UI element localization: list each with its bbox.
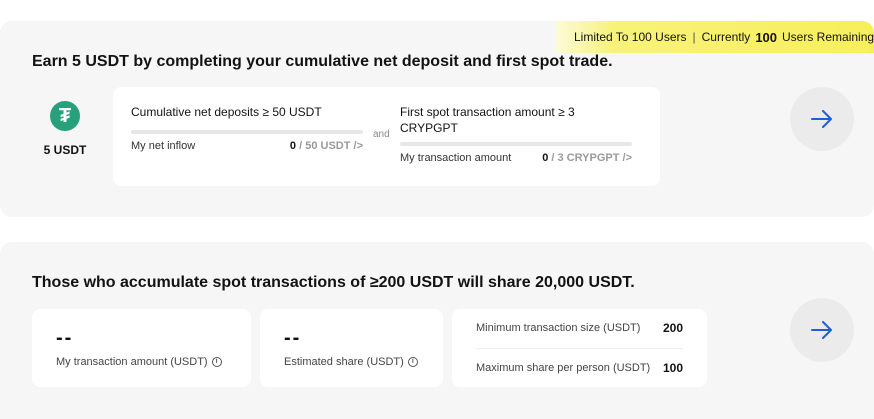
deposit-task: Cumulative net deposits ≥ 50 USDT My net… xyxy=(131,104,363,152)
min-transaction-label: Minimum transaction size (USDT) xyxy=(476,322,641,334)
banner-limit-text: Limited To 100 Users xyxy=(574,30,687,44)
net-inflow-label: My net inflow xyxy=(131,140,196,152)
min-transaction-value: 200 xyxy=(662,321,683,335)
my-transaction-stat: -- My transaction amount (USDT) i xyxy=(32,309,251,387)
spot-trade-task-title: First spot transaction amount ≥ 3 CRYPGP… xyxy=(400,105,575,135)
deposit-task-title: Cumulative net deposits ≥ 50 USDT xyxy=(131,105,322,119)
estimated-share-label: Estimated share (USDT) xyxy=(284,356,404,368)
transaction-amount-label: My transaction amount xyxy=(400,152,512,164)
max-share-value: 100 xyxy=(662,361,683,375)
max-share-label: Maximum share per person (USDT) xyxy=(476,362,651,374)
go-trade-button[interactable] xyxy=(790,298,854,362)
estimated-share-value: -- xyxy=(284,327,302,349)
my-transaction-label: My transaction amount (USDT) xyxy=(56,356,208,368)
min-transaction-row: Minimum transaction size (USDT) 200 xyxy=(476,321,683,335)
tether-icon: ₮ xyxy=(50,101,80,131)
max-share-row: Maximum share per person (USDT) 100 xyxy=(476,361,683,375)
net-inflow-target: / 50 USDT /> xyxy=(296,140,363,152)
limits-box: Minimum transaction size (USDT) 200 Maxi… xyxy=(452,309,707,387)
spot-trade-task: First spot transaction amount ≥ 3 CRYPGP… xyxy=(400,104,632,164)
deposit-progress-row: My net inflow 0 / 50 USDT /> xyxy=(131,140,363,152)
info-icon[interactable]: i xyxy=(211,357,222,367)
banner-remaining-count: 100 xyxy=(755,29,778,45)
estimated-share-stat: -- Estimated share (USDT) i xyxy=(260,309,443,387)
transaction-amount-value[interactable]: 0 / 3 CRYPGPT /> xyxy=(542,152,632,164)
task-card-title: Earn 5 USDT by completing your cumulativ… xyxy=(32,53,613,70)
info-icon[interactable]: i xyxy=(407,357,418,367)
deposit-progress-bar xyxy=(131,130,363,134)
prize-pool-card: Those who accumulate spot transactions o… xyxy=(0,242,874,419)
reward-badge: ₮ 5 USDT xyxy=(33,101,97,157)
limited-users-banner: Limited To 100 Users | Currently 100 Use… xyxy=(556,21,874,53)
and-connector: and xyxy=(373,129,390,140)
estimated-share-label-row: Estimated share (USDT) i xyxy=(284,356,418,368)
pool-card-title: Those who accumulate spot transactions o… xyxy=(32,274,635,291)
my-transaction-label-row: My transaction amount (USDT) i xyxy=(56,356,222,368)
banner-divider: | xyxy=(692,30,696,44)
arrow-right-icon xyxy=(811,321,832,339)
transaction-amount-target: / 3 CRYPGPT /> xyxy=(548,152,632,164)
reward-amount: 5 USDT xyxy=(43,143,87,157)
page: Earn 5 USDT by completing your cumulativ… xyxy=(0,0,874,419)
banner-currently-text: Currently xyxy=(701,30,751,44)
net-inflow-value[interactable]: 0 / 50 USDT /> xyxy=(290,140,363,152)
go-task-button[interactable] xyxy=(790,87,854,151)
limits-divider xyxy=(476,348,683,349)
my-transaction-value: -- xyxy=(56,327,74,349)
task-box: Cumulative net deposits ≥ 50 USDT My net… xyxy=(113,87,660,186)
arrow-right-icon xyxy=(811,110,832,128)
banner-remaining-text: Users Remaining xyxy=(782,30,874,44)
spot-trade-progress-bar xyxy=(400,142,632,146)
spot-trade-progress-row: My transaction amount 0 / 3 CRYPGPT /> xyxy=(400,152,632,164)
